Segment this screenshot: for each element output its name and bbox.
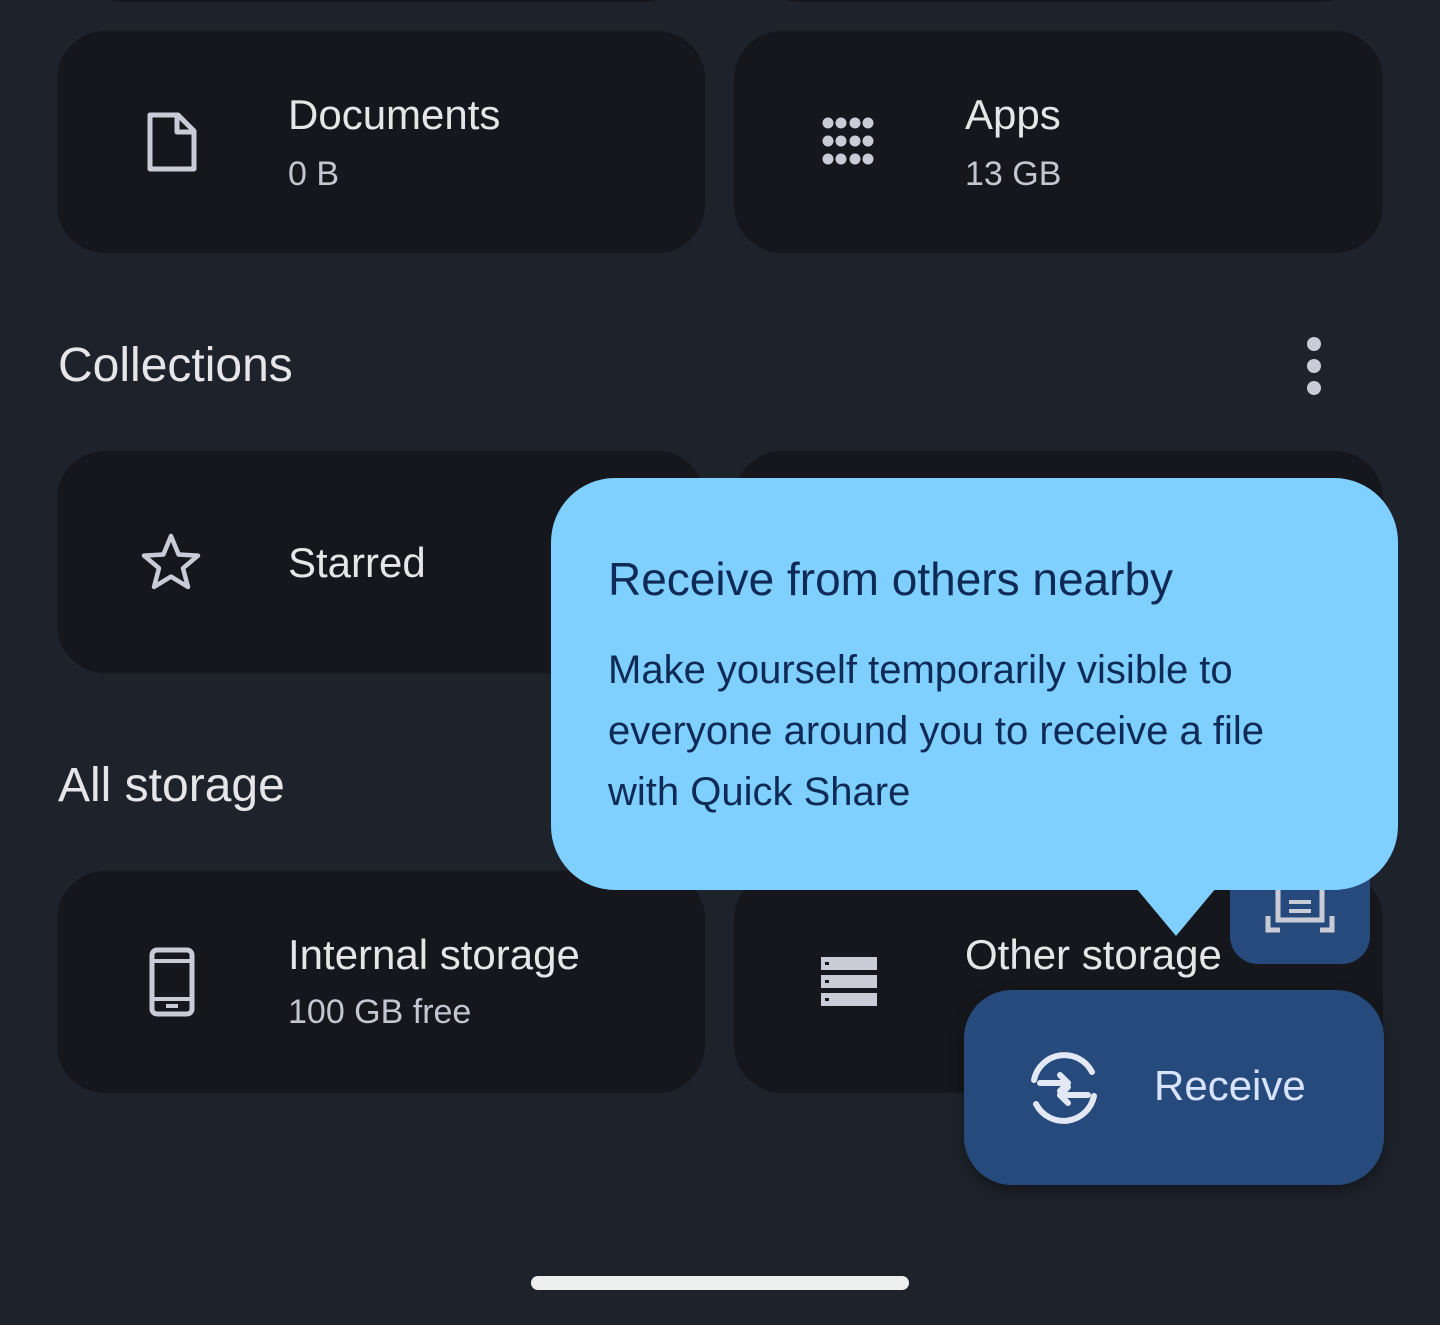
internal-storage-free: 100 GB free — [288, 993, 472, 1031]
quick-share-receive-icon — [1031, 1052, 1097, 1124]
receive-label: Receive — [1154, 1062, 1306, 1109]
document-scanner-icon — [1265, 890, 1335, 933]
receive-button[interactable]: Receive — [964, 990, 1384, 1185]
phone-icon — [147, 945, 197, 1019]
star-outline-icon — [139, 531, 203, 593]
documents-card[interactable]: Documents 0 B — [57, 31, 705, 253]
internal-storage-title: Internal storage — [288, 931, 580, 978]
all-storage-heading: All storage — [58, 759, 285, 812]
apps-title: Apps — [965, 91, 1061, 138]
document-icon — [143, 106, 201, 178]
collections-heading: Collections — [58, 339, 293, 392]
tooltip-pointer — [1136, 888, 1216, 936]
documents-size: 0 B — [288, 155, 340, 193]
starred-title: Starred — [288, 539, 426, 586]
storage-icon — [820, 955, 878, 1009]
documents-title: Documents — [288, 91, 501, 138]
more-vert-icon[interactable] — [1290, 330, 1338, 402]
tooltip-body: Make yourself temporarily visible to eve… — [608, 648, 1264, 814]
other-storage-title: Other storage — [965, 931, 1222, 978]
home-indicator[interactable] — [531, 1276, 909, 1290]
apps-size: 13 GB — [965, 155, 1062, 193]
partial-card-left — [98, 0, 668, 2]
apps-grid-icon — [820, 113, 876, 169]
partial-card-right — [775, 0, 1345, 2]
apps-card[interactable]: Apps 13 GB — [734, 31, 1383, 253]
quick-share-tooltip: Receive from others nearby Make yourself… — [551, 478, 1398, 890]
internal-storage-card[interactable]: Internal storage 100 GB free — [57, 871, 705, 1093]
tooltip-title: Receive from others nearby — [608, 553, 1174, 605]
